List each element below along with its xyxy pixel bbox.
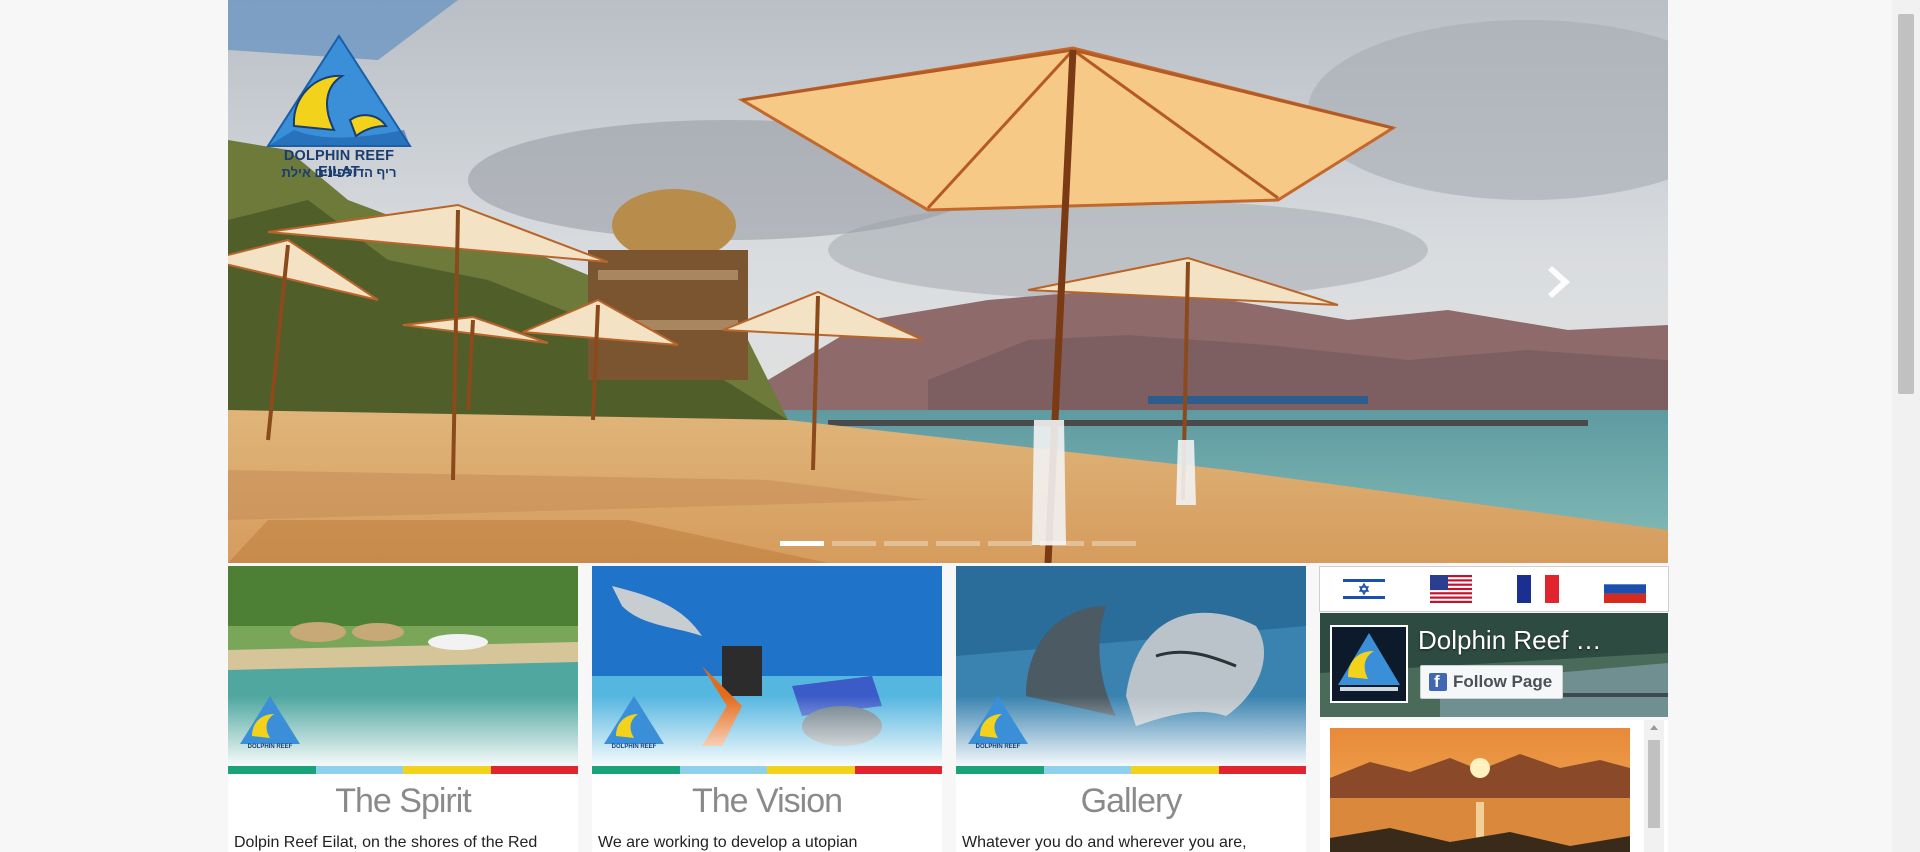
dolphin-logo-icon bbox=[968, 696, 1028, 744]
card-logo: DOLPHIN REEF bbox=[602, 694, 666, 760]
language-selector bbox=[1319, 566, 1669, 612]
facebook-page-name[interactable]: Dolphin Reef … bbox=[1418, 625, 1658, 656]
facebook-feed bbox=[1320, 720, 1668, 852]
dolphin-logo-icon bbox=[604, 696, 664, 744]
scroll-up-icon[interactable] bbox=[1644, 720, 1664, 736]
feed-scrollbar[interactable] bbox=[1644, 720, 1664, 852]
hero-image bbox=[228, 0, 1668, 563]
card-title[interactable]: The Spirit bbox=[228, 782, 578, 821]
color-stripe bbox=[956, 766, 1306, 774]
hero-slider: DOLPHIN REEF EILAT ריף הדולפינים אילת bbox=[228, 0, 1668, 563]
dolphin-logo-icon bbox=[1338, 633, 1400, 691]
follow-page-label: Follow Page bbox=[1453, 672, 1553, 691]
page-scroll-thumb[interactable] bbox=[1898, 14, 1914, 394]
facebook-page-plugin: Dolphin Reef … f Follow Page bbox=[1320, 613, 1668, 717]
slide-indicator[interactable] bbox=[884, 541, 928, 546]
card-the-vision[interactable]: DOLPHIN REEF The Vision We are working t… bbox=[592, 566, 942, 852]
page-scrollbar[interactable] bbox=[1892, 0, 1920, 852]
slide-indicator[interactable] bbox=[1040, 541, 1084, 546]
slide-indicator[interactable] bbox=[988, 541, 1032, 546]
slide-indicator[interactable] bbox=[780, 541, 824, 546]
color-stripe bbox=[228, 766, 578, 774]
dolphin-logo-icon bbox=[240, 696, 300, 744]
card-description: Whatever you do and wherever you are, bbox=[962, 834, 1247, 851]
follow-page-button[interactable]: f Follow Page bbox=[1420, 665, 1564, 699]
russia-flag-icon[interactable] bbox=[1603, 575, 1646, 603]
card-description: We are working to develop a utopian bbox=[598, 834, 858, 851]
card-logo: DOLPHIN REEF bbox=[966, 694, 1030, 760]
card-description: Dolpin Reef Eilat, on the shores of the … bbox=[234, 834, 538, 851]
color-stripe bbox=[592, 766, 942, 774]
facebook-icon: f bbox=[1429, 672, 1447, 691]
dolphin-logo-icon bbox=[266, 34, 412, 147]
feed-post-image[interactable] bbox=[1330, 728, 1630, 852]
slide-indicators bbox=[780, 541, 1136, 547]
card-gallery[interactable]: DOLPHIN REEF Gallery Whatever you do and… bbox=[956, 566, 1306, 852]
france-flag-icon[interactable] bbox=[1516, 575, 1559, 603]
card-logo: DOLPHIN REEF bbox=[238, 694, 302, 760]
slide-indicator[interactable] bbox=[1092, 541, 1136, 546]
slide-indicator[interactable] bbox=[936, 541, 980, 546]
card-title[interactable]: The Vision bbox=[592, 782, 942, 821]
facebook-avatar[interactable] bbox=[1330, 625, 1408, 703]
dolphin-reef-logo[interactable]: DOLPHIN REEF EILAT ריף הדולפינים אילת bbox=[264, 34, 414, 186]
israel-flag-icon[interactable] bbox=[1342, 575, 1385, 603]
usa-flag-icon[interactable] bbox=[1429, 575, 1472, 603]
next-slide-button[interactable] bbox=[1544, 262, 1578, 302]
chevron-right-icon bbox=[1548, 266, 1570, 298]
logo-text-hebrew: ריף הדולפינים אילת bbox=[281, 165, 397, 180]
slide-indicator[interactable] bbox=[832, 541, 876, 546]
feed-scroll-thumb[interactable] bbox=[1648, 740, 1660, 828]
card-the-spirit[interactable]: DOLPHIN REEF The Spirit Dolpin Reef Eila… bbox=[228, 566, 578, 852]
card-title[interactable]: Gallery bbox=[956, 782, 1306, 821]
